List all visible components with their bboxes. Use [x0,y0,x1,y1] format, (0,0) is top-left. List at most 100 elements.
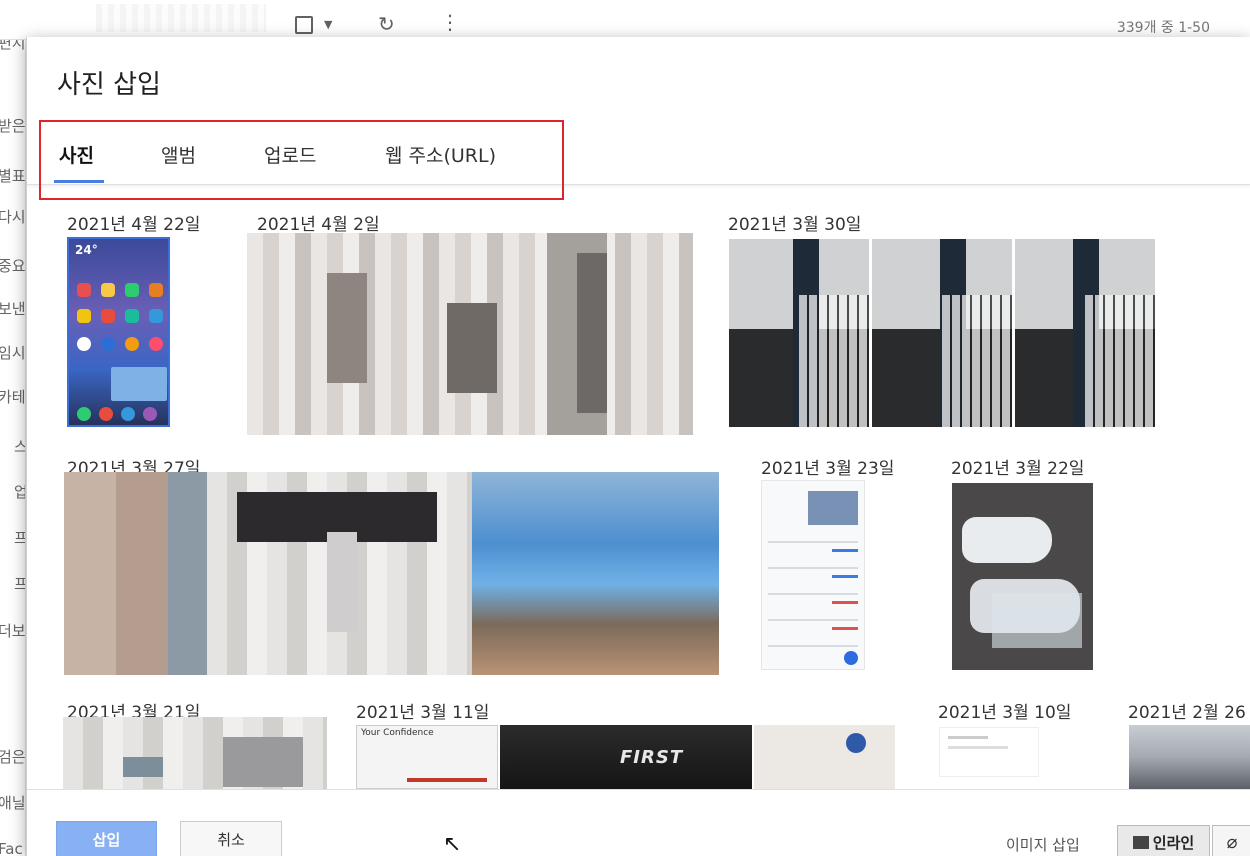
photo-thumbnail[interactable] [939,727,1039,777]
keyboard [942,295,1012,427]
tab-albums[interactable]: 앨범 [161,141,196,168]
active-tab-indicator [54,180,104,183]
pixel-block [223,737,303,787]
insert-button[interactable]: 삽입 [56,821,157,856]
insert-photo-dialog: 사진 삽입 사진 앨범 업로드 웹 주소(URL) 2021년 4월 22일 2… [26,37,1250,856]
select-all-checkbox[interactable] [295,16,313,34]
phone-clock: 24° [75,243,98,257]
sidebar-label[interactable]: 프 [14,573,25,594]
attachment-icon[interactable]: ⌀ [1212,825,1250,856]
app-icon [125,309,139,323]
refresh-icon[interactable]: ↻ [378,12,395,36]
photo-thumbnail[interactable] [64,472,207,675]
photo-thumbnail[interactable]: 24° [67,237,170,427]
app-icon [99,407,113,421]
dialog-title: 사진 삽입 [57,70,161,100]
gmail-logo [96,4,266,32]
date-label: 2021년 4월 22일 [67,215,201,235]
date-label: 2021년 3월 10일 [938,703,1072,723]
cancel-button[interactable]: 취소 [180,821,282,856]
inline-button[interactable]: 인라인 [1117,825,1210,856]
photo-thumbnail[interactable] [952,483,1093,670]
sidebar-label[interactable]: 다시 [0,206,25,227]
tab-bar: 사진 앨범 업로드 웹 주소(URL) [27,125,1250,185]
inline-label: 인라인 [1152,833,1195,852]
app-icon [149,309,163,323]
sidebar-label[interactable]: 카테 [0,386,25,407]
plastic-bag [992,593,1082,648]
pixel-block [327,273,367,383]
more-vert-icon[interactable]: ⋮ [440,12,460,32]
tab-photos[interactable]: 사진 [59,141,94,168]
date-label: 2021년 4월 2일 [257,215,380,235]
building-image [808,491,858,525]
sidebar-label[interactable]: Fac [0,840,23,856]
slide-heading: Your Confidence [361,728,434,738]
doc-value [832,627,858,630]
app-icon [125,337,139,351]
select-caret-icon[interactable]: ▼ [324,18,332,31]
message-count: 339개 중 1-50 [1116,20,1210,36]
doc-value [832,549,858,552]
photo-thumbnail[interactable] [472,472,719,675]
doc-line [768,645,858,647]
date-label: 2021년 3월 22일 [951,459,1085,479]
app-icon [101,283,115,297]
sidebar-label[interactable]: 별표 [0,165,25,186]
doc-line [768,567,858,569]
doc-line [948,736,988,739]
date-label: 2021년 2월 26 [1128,703,1246,723]
sidebar-label[interactable]: 프 [14,527,25,548]
photo-thumbnail[interactable] [1015,239,1155,427]
card-logo [846,733,866,753]
sidebar-label[interactable]: 업 [14,481,25,502]
doc-line [768,593,858,595]
insert-image-label: 이미지 삽입 [1006,836,1080,854]
photo-thumbnail[interactable] [729,239,869,427]
pixel-block [327,532,357,632]
date-label: 2021년 3월 30일 [728,215,862,235]
photo-thumbnail[interactable] [247,233,693,435]
app-icon [101,309,115,323]
monitor-brand: FIRST [620,747,684,768]
doc-line [948,746,1008,749]
sidebar-label[interactable]: 더보 [0,620,25,641]
sidebar-label[interactable]: 보낸 [0,298,25,319]
app-icon [149,337,163,351]
sidebar-label[interactable]: 받은 [0,115,25,136]
doc-value [832,601,858,604]
photo-thumbnail[interactable] [761,480,865,670]
photo-thumbnail[interactable] [872,239,1012,427]
app-icon [125,283,139,297]
date-label: 2021년 3월 11일 [356,703,490,723]
keyboard [799,295,869,427]
app-icon [101,337,115,351]
tab-web-url[interactable]: 웹 주소(URL) [385,141,496,168]
photo-thumbnail[interactable] [1129,725,1250,789]
photo-grid: 2021년 4월 22일 24° 2021년 4월 2일 2021년 3월 30… [27,187,1250,789]
app-icon [77,283,91,297]
sidebar-label[interactable]: 편지쓰 [0,40,25,53]
pixel-block [447,303,497,393]
app-icon [77,337,91,351]
doc-line [768,619,858,621]
photo-thumbnail[interactable]: FIRST [500,725,752,789]
dialog-footer: 삽입 취소 이미지 삽입 인라인 ⌀ [27,789,1250,856]
sidebar-label[interactable]: 검은 [0,746,25,767]
mouse-cursor-icon: ↖ [443,832,462,856]
doc-value [832,575,858,578]
photo-thumbnail[interactable]: Your Confidence [356,725,498,789]
sidebar-label[interactable]: 애닐 [0,792,25,813]
image-icon [1132,835,1149,849]
photo-thumbnail[interactable] [207,472,472,675]
app-icon [77,407,91,421]
photo-thumbnail[interactable] [63,717,327,789]
sidebar-label[interactable]: 임시 [0,342,25,363]
cctv-camera [962,517,1052,563]
photo-thumbnail[interactable] [754,725,895,789]
app-icon [121,407,135,421]
sidebar-label[interactable]: 중요 [0,255,25,276]
gmail-sidebar: 편지쓰 받은 별표 다시 중요 보낸 임시 카테 스 업 프 프 더보 검은 애… [0,40,26,856]
sidebar-label[interactable]: 스 [14,436,25,457]
tab-upload[interactable]: 업로드 [264,141,316,168]
